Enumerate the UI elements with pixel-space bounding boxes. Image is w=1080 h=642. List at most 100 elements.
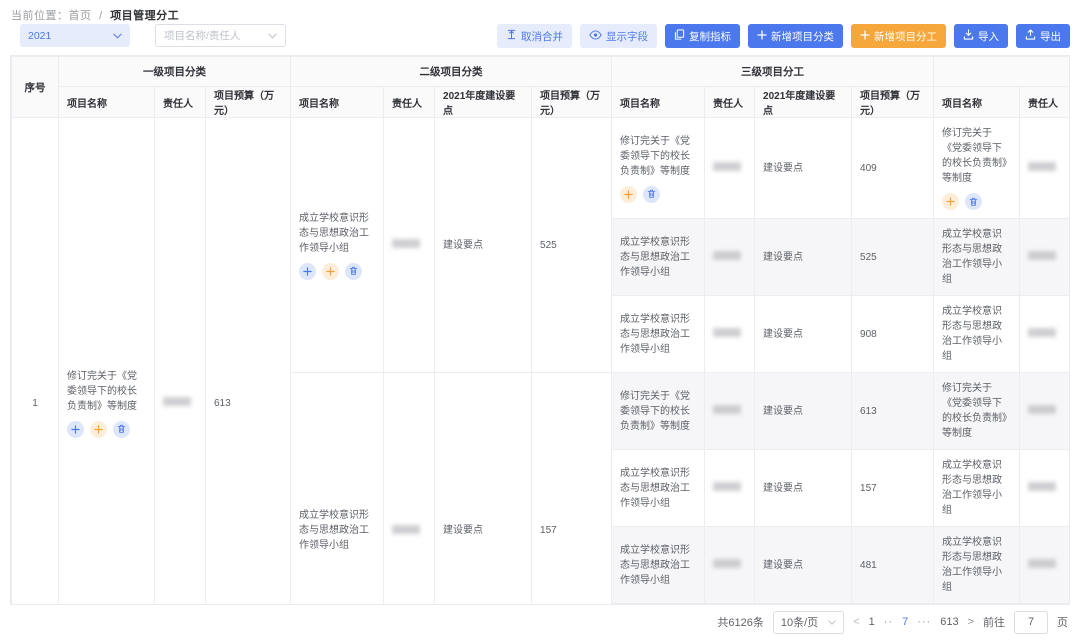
pager-ellipsis[interactable]: ···	[917, 616, 931, 628]
l3-budget-cell: 409	[852, 118, 934, 219]
page-button-last[interactable]: 613	[940, 616, 958, 628]
add-child-button[interactable]	[620, 186, 637, 203]
l4-owner-cell	[1020, 604, 1070, 606]
owner-redacted	[713, 405, 741, 414]
project-division-table: 序号 一级项目分类 二级项目分类 三级项目分工 项目名称 责任人 项目预算（万元…	[10, 55, 1070, 605]
l3-project-name: 修订完关于《党委领导下的校长负责制》等制度	[620, 134, 696, 179]
owner-redacted	[1028, 482, 1056, 491]
search-input[interactable]: 项目名称/责任人	[155, 24, 286, 47]
add-child-button[interactable]	[322, 263, 339, 280]
owner-redacted	[713, 251, 741, 260]
l4-owner-cell	[1020, 373, 1070, 450]
add-child-button[interactable]	[90, 421, 107, 438]
owner-redacted	[713, 162, 741, 171]
l3-point-cell: 建设要点	[755, 219, 852, 296]
page-button-current[interactable]: 7	[902, 616, 908, 628]
add-child-button[interactable]	[942, 193, 959, 210]
l4-name-cell: 成立学校意识形态与思想政治工作领导小组	[934, 296, 1020, 373]
header-l2-budget: 项目预算（万元）	[532, 87, 612, 118]
copy-metric-button[interactable]: 复制指标	[665, 24, 740, 48]
table-row: 1 修订完关于《党委领导下的校长负责制》等制度 613 成立学校意识形态与思想政…	[12, 118, 1071, 219]
l3-name-cell: 修订完关于《党委领导下的校长负责制》等制度	[612, 373, 705, 450]
delete-button[interactable]	[345, 263, 362, 280]
l3-owner-cell	[705, 296, 755, 373]
add-sibling-button[interactable]	[299, 263, 316, 280]
l4-owner-cell	[1020, 296, 1070, 373]
l3-name-cell: 信息员反馈	[612, 604, 705, 606]
l3-owner-cell	[705, 604, 755, 606]
header-l1-name: 项目名称	[59, 87, 155, 118]
chevron-down-icon	[828, 620, 836, 625]
show-fields-label: 显示字段	[606, 29, 648, 44]
l3-point-cell: 建设要点	[755, 450, 852, 527]
next-page-button[interactable]: >	[968, 616, 974, 628]
l3-owner-cell	[705, 450, 755, 527]
upload-icon	[1025, 29, 1036, 43]
toolbar: 取消合并 显示字段 复制指标 新增项目分类 新增项目分工 导入 导出	[497, 24, 1070, 48]
l3-budget-cell: 908	[852, 296, 934, 373]
copy-metric-label: 复制指标	[689, 29, 731, 44]
owner-redacted	[713, 482, 741, 491]
l3-name-cell: 成立学校意识形态与思想政治工作领导小组	[612, 296, 705, 373]
cancel-merge-button[interactable]: 取消合并	[497, 24, 572, 48]
page-title: 项目管理分工	[110, 10, 179, 22]
l2-project-name: 成立学校意识形态与思想政治工作领导小组	[299, 211, 375, 256]
cancel-merge-label: 取消合并	[521, 29, 563, 44]
page-size-value: 10条/页	[781, 614, 818, 630]
l1-project-name: 修订完关于《党委领导下的校长负责制》等制度	[67, 369, 146, 414]
l1-budget-cell: 613	[206, 118, 291, 606]
add-division-button[interactable]: 新增项目分工	[851, 24, 946, 48]
add-sibling-button[interactable]	[67, 421, 84, 438]
header-group-level1: 一级项目分类	[59, 57, 291, 87]
owner-redacted	[163, 397, 191, 406]
search-placeholder: 项目名称/责任人	[164, 28, 240, 43]
page-button-1[interactable]: 1	[869, 616, 875, 628]
l3-point-cell: 建设要点	[755, 118, 852, 219]
l3-budget-cell: 481	[852, 527, 934, 604]
pager-ellipsis[interactable]: ··	[884, 616, 893, 628]
delete-button[interactable]	[643, 186, 660, 203]
delete-button[interactable]	[113, 421, 130, 438]
header-group-level2: 二级项目分类	[291, 57, 612, 87]
page-size-select[interactable]: 10条/页	[773, 611, 844, 634]
l3-name-cell: 修订完关于《党委领导下的校长负责制》等制度	[612, 118, 705, 219]
goto-page-input[interactable]	[1014, 611, 1048, 634]
l3-name-cell: 成立学校意识形态与思想政治工作领导小组	[612, 450, 705, 527]
add-category-label: 新增项目分类	[771, 29, 834, 44]
header-group-level4	[934, 57, 1070, 87]
l4-owner-cell	[1020, 450, 1070, 527]
copy-icon	[674, 29, 685, 43]
l3-budget-cell: 613	[852, 373, 934, 450]
delete-button[interactable]	[965, 193, 982, 210]
header-l2-owner: 责任人	[384, 87, 435, 118]
owner-redacted	[1028, 251, 1056, 260]
add-category-button[interactable]: 新增项目分类	[748, 24, 843, 48]
l3-budget-cell: 525	[852, 219, 934, 296]
l4-name-cell: 成立学校意识形态与思想政治工作领导小组	[934, 450, 1020, 527]
header-l3-budget: 项目预算（万元）	[852, 87, 934, 118]
import-button[interactable]: 导入	[954, 24, 1008, 48]
pager: < 1 ·· 7 ··· 613 >	[853, 616, 974, 628]
owner-redacted	[713, 559, 741, 568]
header-l2-name: 项目名称	[291, 87, 384, 118]
goto-label: 前往	[983, 614, 1005, 630]
export-button[interactable]: 导出	[1016, 24, 1070, 48]
l3-name-cell: 成立学校意识形态与思想政治工作领导小组	[612, 527, 705, 604]
year-select[interactable]: 2021	[20, 24, 130, 47]
l3-name-cell: 成立学校意识形态与思想政治工作领导小组	[612, 219, 705, 296]
header-l3-name: 项目名称	[612, 87, 705, 118]
chevron-down-icon	[113, 33, 122, 39]
owner-redacted	[1028, 162, 1056, 171]
header-l2-point: 2021年度建设要点	[435, 87, 532, 118]
l4-name-cell: 修订完关于《党委领导下的校长负责制》等制度	[934, 373, 1020, 450]
l3-point-cell: 建设要点	[755, 527, 852, 604]
plus-icon	[860, 30, 870, 43]
show-fields-button[interactable]: 显示字段	[580, 24, 657, 48]
l4-project-name: 修订完关于《党委领导下的校长负责制》等制度	[942, 126, 1011, 186]
chevron-down-icon	[268, 33, 277, 39]
l3-budget-cell: 229	[852, 604, 934, 606]
merge-cells-icon	[506, 29, 517, 43]
header-group-level3: 三级项目分工	[612, 57, 934, 87]
breadcrumb-home[interactable]: 首页	[69, 10, 92, 22]
prev-page-button[interactable]: <	[853, 616, 859, 628]
